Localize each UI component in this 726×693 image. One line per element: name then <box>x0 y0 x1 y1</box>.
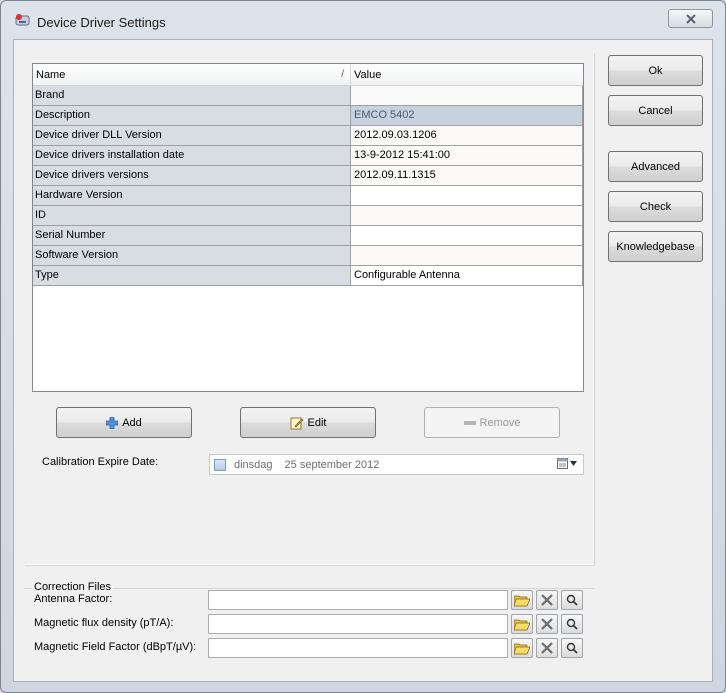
row-name-cell: Brand <box>33 86 351 105</box>
title-bar: Device Driver Settings <box>1 1 725 35</box>
close-icon <box>685 13 696 24</box>
row-name-cell: ID <box>33 206 351 225</box>
column-resize-icon: / <box>341 69 344 80</box>
clear-file-button[interactable] <box>536 590 558 610</box>
plus-icon <box>106 416 119 429</box>
clear-file-button[interactable] <box>536 638 558 658</box>
row-value-cell[interactable]: 13-9-2012 15:41:00 <box>351 146 583 165</box>
magnetic-flux-density-row: Magnetic flux density (pT/A): <box>24 614 594 634</box>
open-file-button[interactable] <box>511 638 533 658</box>
magnifier-icon <box>566 618 578 630</box>
remove-button[interactable]: Remove <box>424 407 560 438</box>
antenna-factor-label: Antenna Factor: <box>34 593 113 605</box>
date-enabled-checkbox[interactable] <box>214 458 226 471</box>
row-value-cell[interactable]: 2012.09.11.1315 <box>351 166 583 185</box>
calibration-date-picker[interactable]: dinsdag 25 september 2012 <box>209 454 584 475</box>
magnetic-field-factor-label: Magnetic Field Factor (dBpT/µV): <box>34 641 197 653</box>
knowledgebase-button[interactable]: Knowledgebase <box>608 231 703 262</box>
column-header-name-label: Name <box>36 69 66 81</box>
view-file-button[interactable] <box>561 614 583 634</box>
app-icon <box>14 12 32 28</box>
column-header-name[interactable]: Name / <box>33 64 351 86</box>
check-button[interactable]: Check <box>608 191 703 222</box>
chevron-down-icon <box>570 461 577 466</box>
row-value-cell[interactable]: 2012.09.03.1206 <box>351 126 583 145</box>
magnetic-flux-density-field[interactable] <box>208 614 508 634</box>
grid-header: Name / Value <box>33 64 583 86</box>
table-row[interactable]: ID <box>33 206 583 226</box>
cancel-button[interactable]: Cancel <box>608 95 703 126</box>
clear-icon <box>541 618 553 630</box>
cancel-button-label: Cancel <box>638 104 673 117</box>
table-row[interactable]: Device drivers versions 2012.09.11.1315 <box>33 166 583 186</box>
table-row[interactable]: Device driver DLL Version 2012.09.03.120… <box>33 126 583 146</box>
open-file-button[interactable] <box>511 590 533 610</box>
advanced-button[interactable]: Advanced <box>608 151 703 182</box>
ok-button[interactable]: Ok <box>608 55 703 86</box>
magnetic-field-factor-field[interactable] <box>208 638 508 658</box>
folder-open-icon <box>514 619 530 630</box>
edit-icon <box>290 417 303 429</box>
magnetic-flux-density-label: Magnetic flux density (pT/A): <box>34 617 174 629</box>
date-day: dinsdag <box>234 458 273 471</box>
row-value-cell[interactable] <box>351 186 583 205</box>
date-dropdown-button[interactable] <box>557 458 577 469</box>
magnifier-icon <box>566 642 578 654</box>
folder-open-icon <box>514 595 530 606</box>
antenna-factor-row: Antenna Factor: <box>24 590 594 610</box>
row-name-cell: Hardware Version <box>33 186 351 205</box>
window-title: Device Driver Settings <box>37 15 166 30</box>
edit-button-label: Edit <box>307 416 327 429</box>
table-row[interactable]: Hardware Version <box>33 186 583 206</box>
magnetic-field-factor-row: Magnetic Field Factor (dBpT/µV): <box>24 638 594 658</box>
correction-files-group: Correction Files Antenna Factor: Magneti… <box>24 581 594 674</box>
clear-file-button[interactable] <box>536 614 558 634</box>
close-button[interactable] <box>668 9 713 28</box>
calibration-expire-date-label: Calibration Expire Date: <box>42 456 159 468</box>
minus-icon <box>463 420 476 425</box>
row-value-cell[interactable] <box>351 246 583 265</box>
add-button-label: Add <box>122 416 142 429</box>
folder-open-icon <box>514 643 530 654</box>
edit-button[interactable]: Edit <box>240 407 376 438</box>
table-row[interactable]: Serial Number <box>33 226 583 246</box>
table-row[interactable]: Brand <box>33 86 583 106</box>
table-row[interactable]: Description EMCO 5402 <box>33 106 583 126</box>
row-value-cell[interactable] <box>351 86 583 105</box>
row-name-cell: Description <box>33 106 351 125</box>
table-row[interactable]: Device drivers installation date 13-9-20… <box>33 146 583 166</box>
row-value-cell[interactable] <box>351 206 583 225</box>
row-value-cell[interactable]: EMCO 5402 <box>351 106 583 125</box>
magnifier-icon <box>566 594 578 606</box>
remove-button-label: Remove <box>479 416 521 429</box>
view-file-button[interactable] <box>561 638 583 658</box>
antenna-factor-field[interactable] <box>208 590 508 610</box>
column-header-value[interactable]: Value <box>351 64 583 86</box>
advanced-button-label: Advanced <box>631 160 680 173</box>
view-file-button[interactable] <box>561 590 583 610</box>
dialog-client-area: Name / Value Brand Description EMCO 5402… <box>13 39 713 682</box>
row-name-cell: Software Version <box>33 246 351 265</box>
column-header-value-label: Value <box>354 69 382 81</box>
row-name-cell: Device drivers installation date <box>33 146 351 165</box>
ok-button-label: Ok <box>648 64 663 77</box>
row-name-cell: Device driver DLL Version <box>33 126 351 145</box>
row-name-cell: Type <box>33 266 351 285</box>
table-row[interactable]: Type Configurable Antenna <box>33 266 583 286</box>
open-file-button[interactable] <box>511 614 533 634</box>
row-value-cell[interactable] <box>351 226 583 245</box>
row-name-cell: Serial Number <box>33 226 351 245</box>
device-driver-settings-window: Device Driver Settings Name / Value Bran… <box>0 0 726 693</box>
row-name-cell: Device drivers versions <box>33 166 351 185</box>
clear-icon <box>541 594 553 606</box>
table-row[interactable]: Software Version <box>33 246 583 266</box>
add-button[interactable]: Add <box>56 407 192 438</box>
check-button-label: Check <box>639 200 672 213</box>
row-value-cell[interactable]: Configurable Antenna <box>351 266 583 285</box>
properties-grid[interactable]: Name / Value Brand Description EMCO 5402… <box>32 63 584 392</box>
knowledgebase-button-label: Knowledgebase <box>616 240 695 253</box>
clear-icon <box>541 642 553 654</box>
date-value: 25 september 2012 <box>284 458 380 471</box>
calendar-icon <box>557 458 568 469</box>
